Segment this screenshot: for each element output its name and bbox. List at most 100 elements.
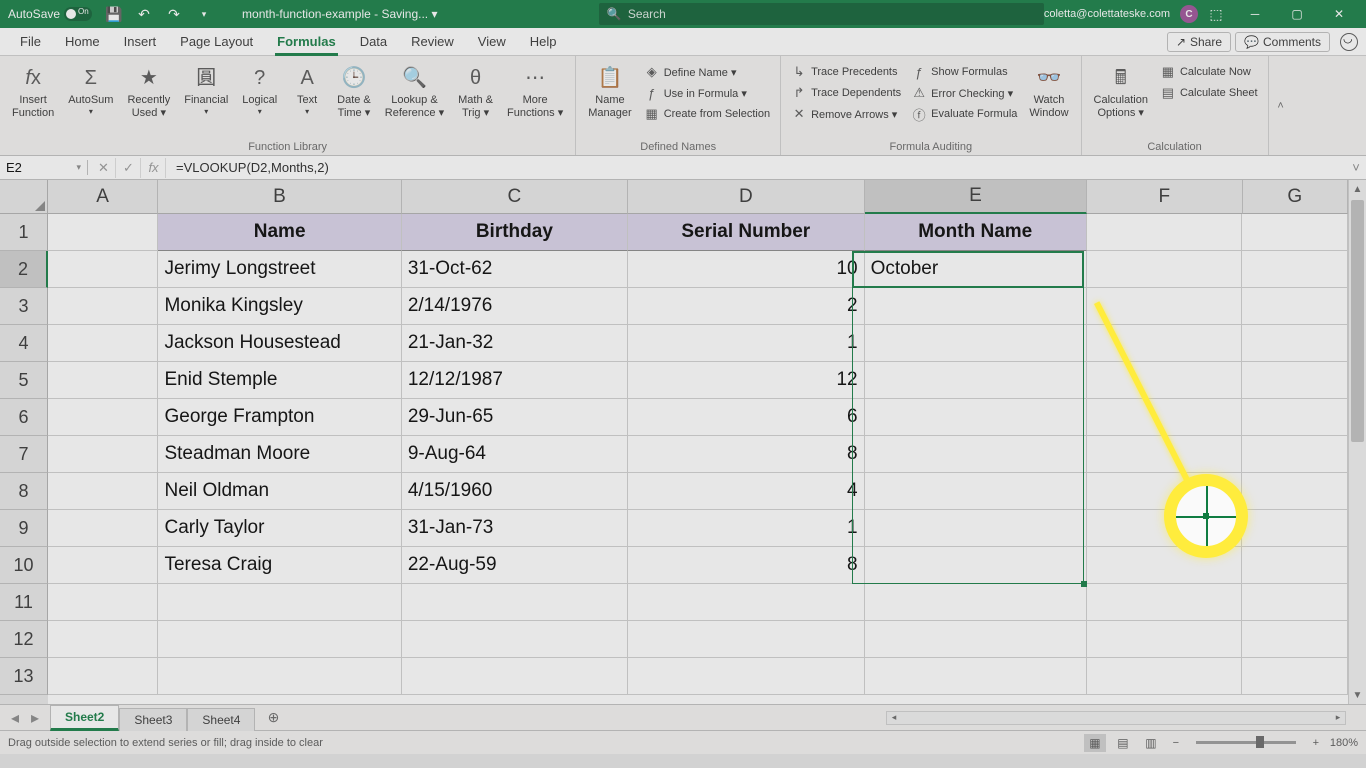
cell-D8[interactable]: 4 <box>628 473 865 510</box>
cell-E4[interactable] <box>865 325 1087 362</box>
text-button[interactable]: AText▾ <box>285 60 329 139</box>
calculate-now-button[interactable]: ▦Calculate Now <box>1156 62 1262 82</box>
search-box[interactable]: 🔍 Search <box>599 3 1044 25</box>
cell-A11[interactable] <box>48 584 158 621</box>
cell-C7[interactable]: 9-Aug-64 <box>402 436 628 473</box>
cell-D12[interactable] <box>628 621 865 658</box>
enter-formula-button[interactable]: ✓ <box>117 158 141 178</box>
zoom-slider[interactable] <box>1196 741 1296 744</box>
tab-home[interactable]: Home <box>53 28 112 56</box>
page-layout-view-button[interactable]: ▤ <box>1112 734 1134 752</box>
cell-D5[interactable]: 12 <box>628 362 865 399</box>
error-checking-button[interactable]: ⚠Error Checking ▾ <box>907 83 1021 103</box>
tab-insert[interactable]: Insert <box>112 28 169 56</box>
cell-B5[interactable]: Enid Stemple <box>158 362 401 399</box>
cell-E11[interactable] <box>865 584 1087 621</box>
cell-A4[interactable] <box>48 325 158 362</box>
row-header-4[interactable]: 4 <box>0 325 48 362</box>
cell-E12[interactable] <box>865 621 1087 658</box>
cell-G13[interactable] <box>1242 658 1348 695</box>
vertical-scrollbar[interactable]: ▲ ▼ <box>1348 180 1366 704</box>
cell-B11[interactable] <box>158 584 401 621</box>
sheet-tab-sheet2[interactable]: Sheet2 <box>50 705 119 731</box>
show-formulas-button[interactable]: ƒShow Formulas <box>907 62 1021 82</box>
cell-G10[interactable] <box>1242 547 1348 584</box>
cell-C11[interactable] <box>402 584 628 621</box>
evaluate-formula-button[interactable]: ⓕEvaluate Formula <box>907 104 1021 124</box>
cell-G12[interactable] <box>1242 621 1348 658</box>
cell-C3[interactable]: 2/14/1976 <box>402 288 628 325</box>
watch-window-button[interactable]: 👓Watch Window <box>1023 60 1074 139</box>
cell-C2[interactable]: 31-Oct-62 <box>402 251 628 288</box>
cell-B6[interactable]: George Frampton <box>158 399 401 436</box>
cell-A1[interactable] <box>48 214 158 251</box>
formula-input[interactable]: =VLOOKUP(D2,Months,2) <box>170 160 1346 175</box>
scroll-down-icon[interactable]: ▼ <box>1349 686 1366 704</box>
cell-A6[interactable] <box>48 399 158 436</box>
cell-E10[interactable] <box>865 547 1087 584</box>
cell-G9[interactable] <box>1242 510 1348 547</box>
spreadsheet-grid[interactable]: 1 2 3 4 5 6 7 8 9 10 11 12 13 A B C D E … <box>0 180 1366 704</box>
tab-view[interactable]: View <box>466 28 518 56</box>
cell-F12[interactable] <box>1087 621 1242 658</box>
feedback-icon[interactable] <box>1340 33 1358 51</box>
user-avatar[interactable]: C <box>1180 5 1198 23</box>
col-header-a[interactable]: A <box>48 180 158 214</box>
cell-F2[interactable] <box>1087 251 1242 288</box>
cell-G2[interactable] <box>1242 251 1348 288</box>
normal-view-button[interactable]: ▦ <box>1084 734 1106 752</box>
row-header-7[interactable]: 7 <box>0 436 48 473</box>
cell-F4[interactable] <box>1087 325 1242 362</box>
save-icon[interactable]: 💾 <box>106 6 122 22</box>
minimize-button[interactable]: ─ <box>1234 0 1276 28</box>
cell-D3[interactable]: 2 <box>628 288 865 325</box>
cell-E3[interactable] <box>865 288 1087 325</box>
col-header-e[interactable]: E <box>865 180 1087 214</box>
close-button[interactable]: ✕ <box>1318 0 1360 28</box>
cell-E8[interactable] <box>865 473 1087 510</box>
cell-A5[interactable] <box>48 362 158 399</box>
tab-formulas[interactable]: Formulas <box>265 28 348 56</box>
add-sheet-button[interactable]: ⊕ <box>261 709 285 726</box>
cell-B13[interactable] <box>158 658 401 695</box>
cell-A9[interactable] <box>48 510 158 547</box>
cell-F1[interactable] <box>1087 214 1242 251</box>
tab-file[interactable]: File <box>8 28 53 56</box>
page-break-view-button[interactable]: ▥ <box>1140 734 1162 752</box>
date-time-button[interactable]: 🕒Date & Time ▾ <box>331 60 377 139</box>
math-trig-button[interactable]: θMath & Trig ▾ <box>452 60 499 139</box>
scroll-up-icon[interactable]: ▲ <box>1349 180 1366 198</box>
cell-E9[interactable] <box>865 510 1087 547</box>
sheet-tab-sheet4[interactable]: Sheet4 <box>187 708 255 731</box>
cell-B7[interactable]: Steadman Moore <box>158 436 401 473</box>
cell-F13[interactable] <box>1087 658 1242 695</box>
cell-D13[interactable] <box>628 658 865 695</box>
row-header-5[interactable]: 5 <box>0 362 48 399</box>
cell-C4[interactable]: 21-Jan-32 <box>402 325 628 362</box>
cell-A7[interactable] <box>48 436 158 473</box>
insert-function-fb-button[interactable]: fx <box>142 158 166 178</box>
col-header-c[interactable]: C <box>402 180 628 214</box>
cell-B8[interactable]: Neil Oldman <box>158 473 401 510</box>
row-header-3[interactable]: 3 <box>0 288 48 325</box>
maximize-button[interactable]: ▢ <box>1276 0 1318 28</box>
cell-D1[interactable]: Serial Number <box>628 214 865 251</box>
cell-B4[interactable]: Jackson Housestead <box>158 325 401 362</box>
calculation-options-button[interactable]: 🖩Calculation Options ▾ <box>1088 60 1154 139</box>
row-header-9[interactable]: 9 <box>0 510 48 547</box>
share-button[interactable]: ↗Share <box>1167 32 1231 52</box>
cell-A8[interactable] <box>48 473 158 510</box>
cell-A2[interactable] <box>48 251 158 288</box>
tab-data[interactable]: Data <box>348 28 399 56</box>
cell-F5[interactable] <box>1087 362 1242 399</box>
col-header-b[interactable]: B <box>158 180 402 214</box>
tab-review[interactable]: Review <box>399 28 466 56</box>
zoom-level[interactable]: 180% <box>1330 737 1358 749</box>
cell-B1[interactable]: Name <box>158 214 401 251</box>
cell-G8[interactable] <box>1242 473 1348 510</box>
cell-D10[interactable]: 8 <box>628 547 865 584</box>
insert-function-button[interactable]: fxInsert Function <box>6 60 60 139</box>
name-manager-button[interactable]: 📋Name Manager <box>582 60 637 139</box>
cell-D4[interactable]: 1 <box>628 325 865 362</box>
row-header-11[interactable]: 11 <box>0 584 48 621</box>
